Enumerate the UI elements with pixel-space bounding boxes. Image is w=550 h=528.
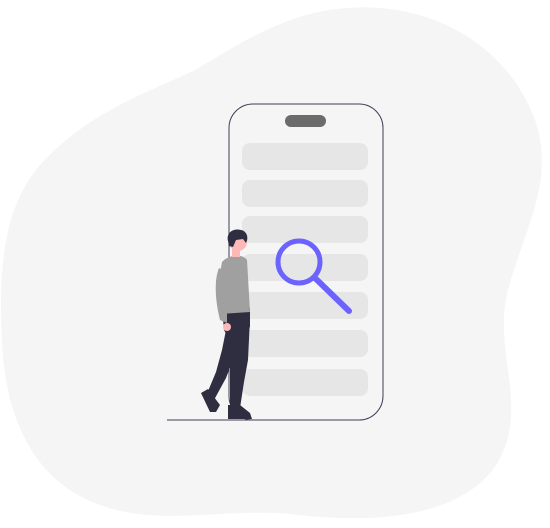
list-row (242, 180, 368, 207)
list-row (242, 369, 368, 396)
list-row (242, 292, 368, 319)
list-row (242, 143, 368, 170)
phone-speaker-icon (285, 115, 326, 127)
list-row (242, 330, 368, 357)
illustration-svg (0, 7, 542, 519)
illustration-canvas (0, 0, 550, 528)
list-row (242, 216, 368, 243)
list-row (242, 254, 368, 281)
person-hand (223, 323, 231, 331)
